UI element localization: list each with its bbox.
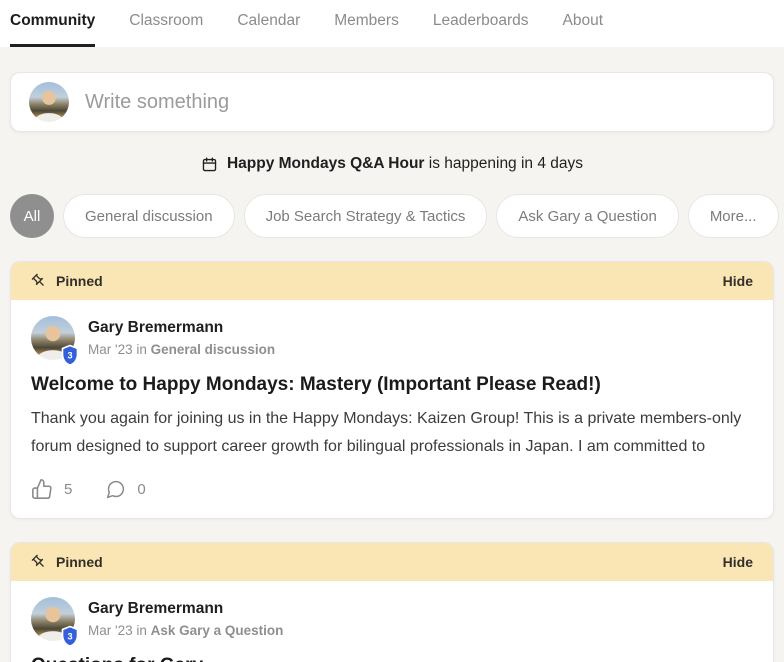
event-banner[interactable]: Happy Mondays Q&A Hour is happening in 4… bbox=[10, 155, 774, 173]
filter-pill-job-search[interactable]: Job Search Strategy & Tactics bbox=[244, 194, 488, 238]
author-name[interactable]: Gary Bremermann bbox=[88, 316, 275, 337]
post-body-text: Thank you again for joining us in the Ha… bbox=[31, 405, 753, 461]
filter-pill-ask-gary[interactable]: Ask Gary a Question bbox=[496, 194, 678, 238]
pinned-label: Pinned bbox=[56, 554, 103, 570]
main-column: Write something Happy Mondays Q&A Hour i… bbox=[0, 72, 784, 662]
composer-placeholder: Write something bbox=[85, 91, 229, 114]
community-page: Community Classroom Calendar Members Lea… bbox=[0, 0, 784, 662]
post-category[interactable]: Ask Gary a Question bbox=[151, 623, 284, 638]
event-title: Happy Mondays Q&A Hour bbox=[227, 155, 425, 172]
pin-icon bbox=[28, 270, 51, 293]
level-badge: 3 bbox=[60, 344, 80, 367]
post-author-row[interactable]: 3 Gary Bremermann Mar '23 in Ask Gary a … bbox=[31, 597, 753, 641]
pinned-header: Pinned Hide bbox=[11, 543, 773, 581]
post-card[interactable]: Pinned Hide 3 Gary Bre bbox=[10, 261, 774, 519]
pinned-header: Pinned Hide bbox=[11, 262, 773, 300]
calendar-icon bbox=[201, 156, 218, 173]
author-avatar-wrap[interactable]: 3 bbox=[31, 597, 75, 641]
category-filter-row: All General discussion Job Search Strate… bbox=[10, 194, 774, 238]
post-actions: 5 0 bbox=[31, 478, 753, 500]
post-card[interactable]: Pinned Hide 3 Gary Bre bbox=[10, 542, 774, 662]
tab-about[interactable]: About bbox=[563, 0, 604, 47]
tab-members[interactable]: Members bbox=[334, 0, 399, 47]
author-info: Gary Bremermann Mar '23 in General discu… bbox=[88, 316, 275, 360]
comment-button[interactable]: 0 bbox=[105, 479, 145, 500]
comment-count: 0 bbox=[137, 481, 145, 498]
hide-button[interactable]: Hide bbox=[723, 554, 753, 570]
like-count: 5 bbox=[64, 481, 72, 498]
post-title[interactable]: Questions for Gary bbox=[31, 655, 753, 662]
tab-calendar[interactable]: Calendar bbox=[237, 0, 300, 47]
hide-button[interactable]: Hide bbox=[723, 273, 753, 289]
comment-bubble-icon bbox=[105, 479, 126, 500]
pin-icon bbox=[28, 551, 51, 574]
tab-classroom[interactable]: Classroom bbox=[129, 0, 203, 47]
post-meta: Mar '23 in Ask Gary a Question bbox=[88, 623, 283, 638]
tab-leaderboards[interactable]: Leaderboards bbox=[433, 0, 529, 47]
post-date: Mar '23 in bbox=[88, 342, 151, 357]
top-nav: Community Classroom Calendar Members Lea… bbox=[0, 0, 784, 47]
post-title[interactable]: Welcome to Happy Mondays: Mastery (Impor… bbox=[31, 374, 753, 396]
level-badge-count: 3 bbox=[67, 350, 72, 360]
thumbs-up-icon bbox=[31, 478, 53, 500]
filter-pill-more[interactable]: More... bbox=[688, 194, 779, 238]
author-name[interactable]: Gary Bremermann bbox=[88, 597, 283, 618]
filter-pill-all[interactable]: All bbox=[10, 194, 54, 238]
author-info: Gary Bremermann Mar '23 in Ask Gary a Qu… bbox=[88, 597, 283, 641]
author-avatar-wrap[interactable]: 3 bbox=[31, 316, 75, 360]
level-badge: 3 bbox=[60, 625, 80, 648]
post-date: Mar '23 in bbox=[88, 623, 151, 638]
post-composer[interactable]: Write something bbox=[10, 72, 774, 132]
filter-pill-general-discussion[interactable]: General discussion bbox=[63, 194, 235, 238]
current-user-avatar[interactable] bbox=[29, 82, 69, 122]
post-category[interactable]: General discussion bbox=[151, 342, 276, 357]
post-content: 3 Gary Bremermann Mar '23 in General dis… bbox=[11, 300, 773, 518]
post-content: 3 Gary Bremermann Mar '23 in Ask Gary a … bbox=[11, 581, 773, 662]
event-banner-text: Happy Mondays Q&A Hour is happening in 4… bbox=[227, 155, 583, 173]
post-meta: Mar '23 in General discussion bbox=[88, 342, 275, 357]
event-suffix: is happening in 4 days bbox=[424, 155, 583, 172]
level-badge-count: 3 bbox=[67, 631, 72, 641]
tab-community[interactable]: Community bbox=[10, 0, 95, 47]
pinned-label: Pinned bbox=[56, 273, 103, 289]
like-button[interactable]: 5 bbox=[31, 478, 72, 500]
post-author-row[interactable]: 3 Gary Bremermann Mar '23 in General dis… bbox=[31, 316, 753, 360]
